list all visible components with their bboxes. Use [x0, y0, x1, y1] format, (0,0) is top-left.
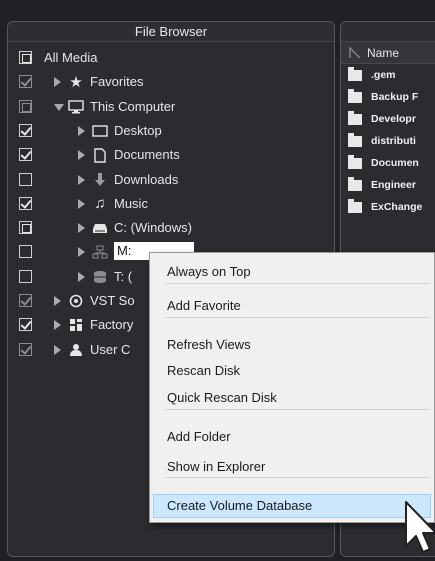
tree-item[interactable]: Downloads: [8, 168, 334, 191]
menu-item-create-volume-database[interactable]: Create Volume Database: [153, 494, 431, 518]
expand-arrow-icon[interactable]: [78, 150, 85, 161]
tree-item-checkbox[interactable]: [19, 172, 32, 186]
file-name: Documen: [371, 157, 419, 169]
tree-item[interactable]: ♫ Music: [8, 192, 334, 215]
tree-item-checkbox[interactable]: [19, 51, 32, 64]
menu-separator: [166, 283, 430, 284]
menu-item-add-folder[interactable]: Add Folder: [153, 425, 431, 449]
star-icon: ★: [69, 74, 83, 92]
folder-icon: [348, 198, 362, 213]
file-list-row[interactable]: Backup F: [341, 86, 435, 108]
network-drive-icon: [91, 244, 109, 260]
tree-item-label: C: (Windows): [114, 220, 193, 236]
menu-separator: [166, 317, 430, 318]
file-browser-title: File Browser: [8, 22, 334, 42]
user-icon: [67, 342, 85, 358]
factory-content-icon: [67, 317, 85, 333]
expand-arrow-icon[interactable]: [54, 296, 61, 306]
music-icon: ♫: [94, 195, 106, 213]
tree-item-checkbox[interactable]: [19, 269, 32, 283]
file-name: Backup F: [371, 91, 419, 103]
file-name: ExChange: [371, 201, 423, 213]
tree-item-label: All Media: [44, 50, 98, 65]
menu-item-refresh-views[interactable]: Refresh Views: [153, 333, 431, 357]
file-list-row[interactable]: Developr: [341, 108, 435, 130]
tree-item-checkbox[interactable]: [19, 294, 32, 307]
tree-item-label: VST So: [90, 293, 135, 308]
file-list-row[interactable]: distributi: [341, 130, 435, 152]
file-list-row[interactable]: ExChange: [341, 196, 435, 218]
tree-item-checkbox[interactable]: [19, 196, 32, 210]
menu-separator: [166, 477, 430, 478]
vst-sound-icon: [67, 293, 85, 309]
menu-item-rescan-disk[interactable]: Rescan Disk: [153, 359, 431, 383]
name-column-header[interactable]: Name: [341, 42, 435, 64]
expand-arrow-icon[interactable]: [78, 125, 85, 136]
document-icon: [91, 147, 109, 163]
monitor-icon: [67, 99, 85, 115]
expand-arrow-icon[interactable]: [54, 320, 61, 331]
file-name: Engineer: [371, 179, 416, 191]
tree-item-label: Factory: [90, 317, 134, 333]
file-name: .gem: [371, 69, 396, 81]
tree-item-checkbox[interactable]: [19, 75, 32, 89]
tree-item-checkbox[interactable]: [19, 123, 32, 137]
mouse-pointer-icon: [405, 501, 435, 553]
download-icon: [91, 172, 109, 188]
tree-item[interactable]: Documents: [8, 143, 334, 166]
menu-item-show-in-explorer[interactable]: Show in Explorer: [153, 455, 431, 479]
tree-item-label: Music: [114, 195, 148, 211]
drive-icon: [91, 220, 109, 236]
tree-item[interactable]: C: (Windows): [8, 216, 334, 239]
tree-item[interactable]: Desktop: [8, 119, 334, 142]
tree-item-checkbox[interactable]: [19, 342, 32, 356]
file-list-row[interactable]: .gem: [341, 64, 435, 86]
context-menu: Always on Top Add Favorite Refresh Views Re…: [149, 252, 435, 523]
tree-item-checkbox[interactable]: [19, 318, 32, 332]
folder-icon: [348, 110, 362, 125]
expand-arrow-icon[interactable]: [78, 271, 85, 282]
tree-item-checkbox[interactable]: [19, 221, 32, 235]
menu-item-add-favorite[interactable]: Add Favorite: [153, 294, 431, 318]
database-drive-icon: [91, 269, 109, 285]
folder-icon: [348, 154, 362, 169]
tree-item-checkbox[interactable]: [19, 245, 32, 259]
tree-item-label: User C: [90, 341, 131, 357]
expand-arrow-icon[interactable]: [54, 77, 61, 88]
tree-item[interactable]: All Media: [8, 46, 334, 69]
file-list-header: [341, 22, 435, 42]
expand-arrow-icon[interactable]: [78, 247, 85, 258]
folder-icon: [348, 88, 362, 103]
menu-item-quick-rescan-disk[interactable]: Quick Rescan Disk: [153, 386, 431, 410]
name-column-label: Name: [367, 45, 400, 60]
expand-arrow-icon[interactable]: [78, 174, 85, 185]
tree-item-checkbox[interactable]: [19, 148, 32, 162]
tree-item[interactable]: ★ Favorites: [8, 70, 334, 93]
folder-icon: [348, 66, 362, 81]
file-list-row[interactable]: Engineer: [341, 174, 435, 196]
tree-item-checkbox[interactable]: [19, 99, 32, 113]
tree-item-label: Desktop: [114, 122, 162, 138]
sort-icon: [349, 46, 361, 58]
tree-item-label: T: (: [114, 268, 133, 284]
tree-item-label: This Computer: [90, 98, 176, 114]
menu-separator: [166, 409, 430, 410]
file-name: Developr: [371, 113, 416, 125]
tree-item-label: Documents: [114, 147, 180, 163]
menu-item-always-on-top[interactable]: Always on Top: [153, 260, 431, 284]
folder-icon: [348, 176, 362, 191]
expand-arrow-icon[interactable]: [78, 223, 85, 234]
file-list-row[interactable]: Documen: [341, 152, 435, 174]
expand-arrow-icon[interactable]: [54, 344, 61, 355]
folder-icon: [348, 132, 362, 147]
tree-item[interactable]: This Computer: [8, 95, 334, 118]
collapse-arrow-icon[interactable]: [54, 103, 64, 111]
desktop-icon: [91, 123, 109, 139]
expand-arrow-icon[interactable]: [78, 198, 85, 209]
file-name: distributi: [371, 135, 416, 147]
tree-item-label: Downloads: [114, 171, 179, 187]
file-list: .gem Backup F Developr distributi Documen Eng…: [341, 64, 435, 218]
tree-item-label: Favorites: [90, 74, 144, 90]
